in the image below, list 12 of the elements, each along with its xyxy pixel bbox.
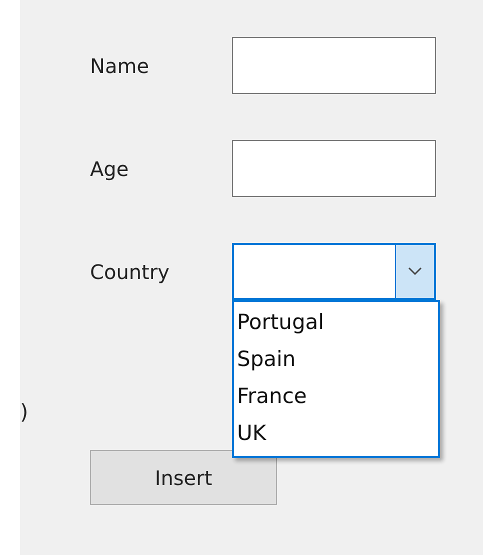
insert-button[interactable]: Insert: [90, 450, 277, 505]
input-field[interactable]: [232, 37, 436, 94]
field-label: Country: [90, 260, 170, 284]
dropdown-option[interactable]: France: [234, 378, 438, 415]
dropdown-option[interactable]: Spain: [234, 341, 438, 378]
input-field[interactable]: [232, 140, 436, 197]
chevron-down-icon: [408, 267, 422, 276]
field-label: Age: [90, 156, 130, 180]
dropdown-option[interactable]: UK: [234, 415, 438, 452]
label-fragment: ): [20, 400, 28, 424]
field-label: Name: [90, 54, 150, 78]
dropdown-option[interactable]: Portugal: [234, 304, 438, 341]
